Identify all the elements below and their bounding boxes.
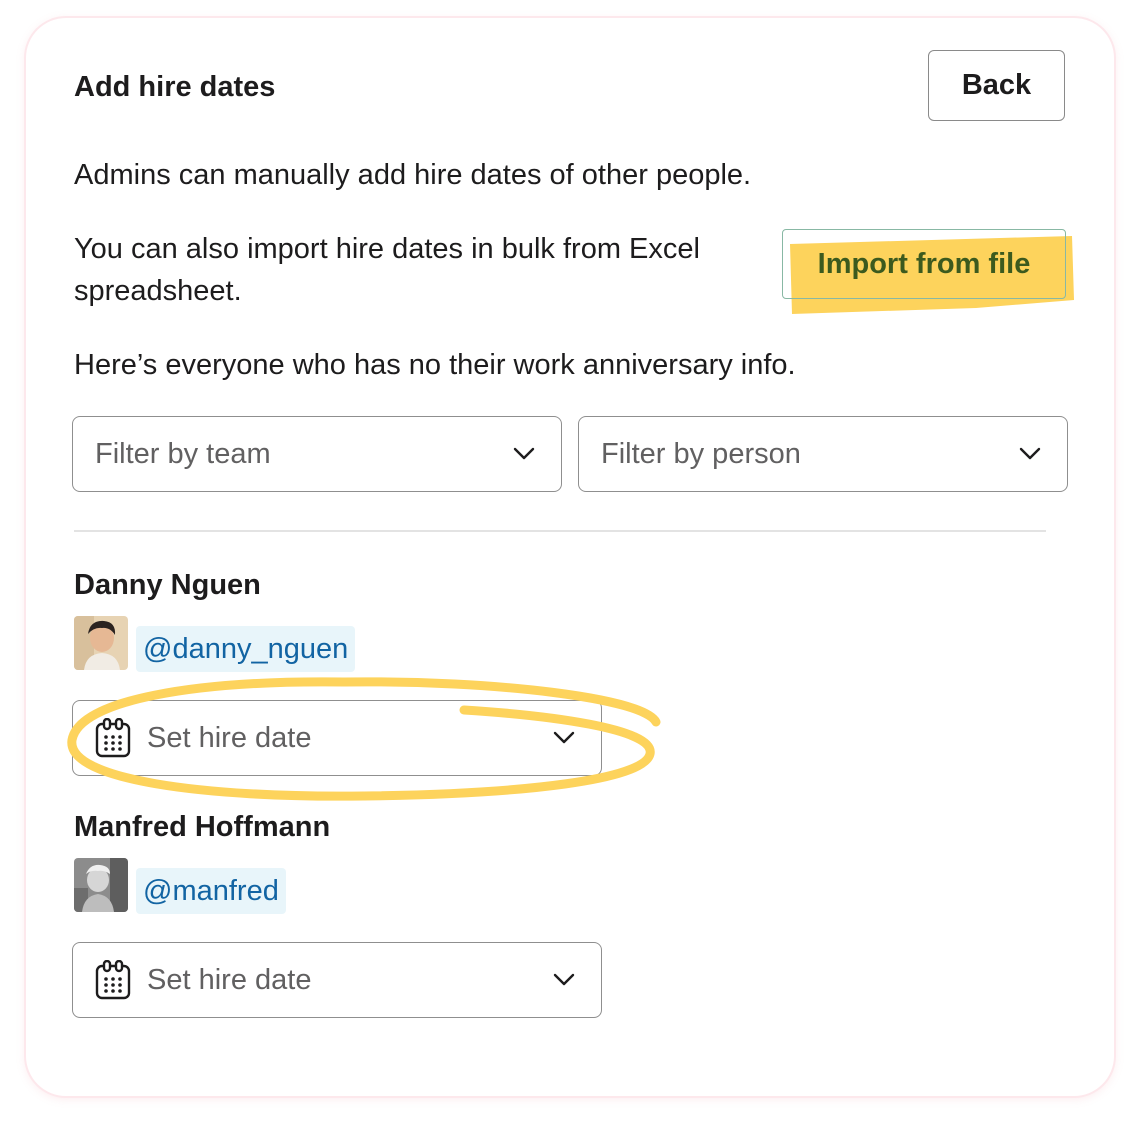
hire-dates-panel: Add hire dates Back Admins can manually … xyxy=(26,18,1114,1096)
chevron-down-icon xyxy=(553,973,575,986)
intro-text-admins: Admins can manually add hire dates of ot… xyxy=(74,159,752,191)
set-hire-date-placeholder: Set hire date xyxy=(147,963,312,996)
person-name: Manfred Hoffmann xyxy=(74,811,331,843)
chevron-down-icon xyxy=(1019,447,1041,460)
filter-by-team-select[interactable]: Filter by team xyxy=(72,416,562,492)
filter-team-placeholder: Filter by team xyxy=(95,437,271,470)
set-hire-date-select[interactable]: Set hire date xyxy=(72,942,602,1018)
calendar-icon xyxy=(95,718,131,758)
import-from-file-button[interactable]: Import from file xyxy=(782,229,1066,299)
intro-text-import: You can also import hire dates in bulk f… xyxy=(74,233,700,307)
set-hire-date-placeholder: Set hire date xyxy=(147,721,312,754)
avatar xyxy=(74,858,128,912)
filter-by-person-select[interactable]: Filter by person xyxy=(578,416,1068,492)
calendar-icon xyxy=(95,960,131,1000)
page-title: Add hire dates xyxy=(74,71,276,103)
user-handle-link[interactable]: @manfred xyxy=(136,868,286,914)
divider xyxy=(74,530,1046,532)
avatar xyxy=(74,616,128,670)
set-hire-date-select[interactable]: Set hire date xyxy=(72,700,602,776)
chevron-down-icon xyxy=(513,447,535,460)
intro-text-everyone: Here’s everyone who has no their work an… xyxy=(74,349,796,381)
chevron-down-icon xyxy=(553,731,575,744)
filter-person-placeholder: Filter by person xyxy=(601,437,801,470)
person-name: Danny Nguen xyxy=(74,569,261,601)
user-handle-link[interactable]: @danny_nguen xyxy=(136,626,356,672)
back-button[interactable]: Back xyxy=(928,50,1065,121)
